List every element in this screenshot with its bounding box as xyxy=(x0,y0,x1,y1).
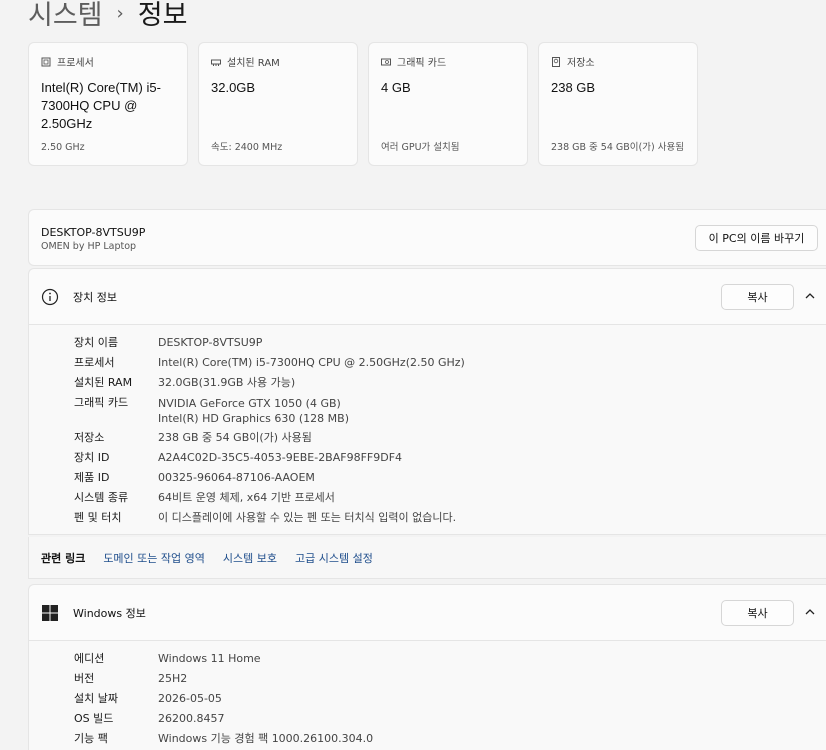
spec-label: 버전 xyxy=(74,672,95,685)
device-specs-header[interactable]: 장치 정보 복사 xyxy=(29,269,826,324)
spec-row: 제품 ID 00325-96064-87106-AAOEM xyxy=(74,468,826,488)
spec-label: 에디션 xyxy=(74,652,105,665)
spec-label: 설치 날짜 xyxy=(74,692,118,705)
related-links-label: 관련 링크 xyxy=(41,551,86,565)
spec-value: A2A4C02D-35C5-4053-9EBE-2BAF98FF9DF4 xyxy=(158,451,403,464)
spec-value: 32.0GB(31.9GB 사용 가능) xyxy=(158,376,296,389)
spec-row: 장치 ID A2A4C02D-35C5-4053-9EBE-2BAF98FF9DF… xyxy=(74,448,826,468)
spec-label: 저장소 xyxy=(74,431,105,444)
device-specs-title: 장치 정보 xyxy=(73,290,117,304)
spec-value: 2026-05-05 xyxy=(158,692,222,705)
spec-row: 그래픽 카드 NVIDIA GeForce GTX 1050 (4 GB) In… xyxy=(74,393,826,428)
chevron-up-icon[interactable] xyxy=(804,606,816,618)
spec-label: 펜 및 터치 xyxy=(74,511,122,524)
spec-cards: 프로세서 Intel(R) Core(TM) i5-7300HQ CPU @ 2… xyxy=(28,42,698,166)
spec-row: 에디션 Windows 11 Home xyxy=(74,649,826,669)
card-processor: 프로세서 Intel(R) Core(TM) i5-7300HQ CPU @ 2… xyxy=(28,42,188,166)
spec-label: OS 빌드 xyxy=(74,712,114,725)
card-value: 238 GB xyxy=(551,80,596,95)
gpu-value-2: Intel(R) HD Graphics 630 (128 MB) xyxy=(158,412,349,425)
spec-value: 25H2 xyxy=(158,672,188,685)
windows-specs-body: 에디션 Windows 11 Home 버전 25H2 설치 날짜 2026-05-0… xyxy=(29,640,826,750)
info-icon xyxy=(41,288,59,305)
card-value: 4 GB xyxy=(381,80,411,95)
ram-icon xyxy=(211,59,221,66)
gpu-value-1: NVIDIA GeForce GTX 1050 (4 GB) xyxy=(158,397,341,410)
spec-label: 설치된 RAM xyxy=(74,376,133,389)
windows-specs-title: Windows 정보 xyxy=(73,606,146,620)
spec-row: OS 빌드 26200.8457 xyxy=(74,709,826,729)
chevron-up-icon[interactable] xyxy=(804,290,816,302)
spec-row: 버전 25H2 xyxy=(74,669,826,689)
domain-workgroup-link[interactable]: 도메인 또는 작업 영역 xyxy=(103,550,205,566)
card-storage: 저장소 238 GB 238 GB 중 54 GB이(가) 사용됨 xyxy=(538,42,698,166)
chevron-right-icon: › xyxy=(116,2,124,24)
spec-value: NVIDIA GeForce GTX 1050 (4 GB) Intel(R) … xyxy=(158,393,349,428)
card-title: 그래픽 카드 xyxy=(397,58,447,69)
spec-value: 238 GB 중 54 GB이(가) 사용됨 xyxy=(158,431,312,444)
system-protection-link[interactable]: 시스템 보호 xyxy=(223,550,277,566)
device-specs-body: 장치 이름 DESKTOP-8VTSU9P 프로세서 Intel(R) Core(T… xyxy=(29,324,826,534)
card-sub: 2.50 GHz xyxy=(41,142,85,153)
windows-specs-section: Windows 정보 복사 에디션 Windows 11 Home 버전 25H2 … xyxy=(28,584,826,750)
card-sub: 238 GB 중 54 GB이(가) 사용됨 xyxy=(551,142,684,153)
breadcrumb-parent[interactable]: 시스템 xyxy=(28,0,103,32)
spec-row: 저장소 238 GB 중 54 GB이(가) 사용됨 xyxy=(74,428,826,448)
spec-value: 64비트 운영 체제, x64 기반 프로세서 xyxy=(158,491,335,504)
related-links: 관련 링크 도메인 또는 작업 영역 시스템 보호 고급 시스템 설정 xyxy=(28,537,826,579)
windows-specs-header[interactable]: Windows 정보 복사 xyxy=(29,585,826,640)
spec-row: 펜 및 터치 이 디스플레이에 사용할 수 있는 펜 또는 터치식 입력이 없습니… xyxy=(74,508,826,528)
spec-row: 프로세서 Intel(R) Core(TM) i5-7300HQ CPU @ 2.… xyxy=(74,353,826,373)
card-sub: 여러 GPU가 설치됨 xyxy=(381,142,460,153)
processor-icon xyxy=(41,57,51,66)
spec-label: 그래픽 카드 xyxy=(74,396,129,409)
card-ram: 설치된 RAM 32.0GB 속도: 2400 MHz xyxy=(198,42,358,166)
spec-row: 설치된 RAM 32.0GB(31.9GB 사용 가능) xyxy=(74,373,826,393)
spec-row: 장치 이름 DESKTOP-8VTSU9P xyxy=(74,333,826,353)
card-sub: 속도: 2400 MHz xyxy=(211,142,283,153)
spec-row: 기능 팩 Windows 기능 경험 팩 1000.26100.304.0 xyxy=(74,729,826,749)
spec-label: 장치 이름 xyxy=(74,336,118,349)
breadcrumb: 시스템 › 정보 xyxy=(28,0,187,32)
spec-value: Windows 11 Home xyxy=(158,652,261,665)
device-header: DESKTOP-8VTSU9P OMEN by HP Laptop 이 PC의 … xyxy=(28,209,826,266)
gpu-icon xyxy=(381,58,391,65)
windows-logo-icon xyxy=(42,604,58,621)
card-value: Intel(R) Core(TM) i5-7300HQ CPU @ 2.50GH… xyxy=(41,80,161,131)
spec-row: 설치 날짜 2026-05-05 xyxy=(74,689,826,709)
page-title: 정보 xyxy=(137,0,188,31)
card-title: 저장소 xyxy=(567,58,595,69)
storage-icon xyxy=(552,56,560,67)
spec-row: 시스템 종류 64비트 운영 체제, x64 기반 프로세서 xyxy=(74,488,826,508)
copy-device-specs-button[interactable]: 복사 xyxy=(721,284,794,310)
card-title: 설치된 RAM xyxy=(227,58,280,69)
spec-value: 00325-96064-87106-AAOEM xyxy=(158,471,315,484)
card-gpu: 그래픽 카드 4 GB 여러 GPU가 설치됨 xyxy=(368,42,528,166)
spec-value: 26200.8457 xyxy=(158,712,225,725)
spec-value: Windows 기능 경험 팩 1000.26100.304.0 xyxy=(158,732,374,745)
spec-label: 시스템 종류 xyxy=(74,491,129,504)
spec-value: 이 디스플레이에 사용할 수 있는 펜 또는 터치식 입력이 없습니다. xyxy=(158,511,457,524)
advanced-system-settings-link[interactable]: 고급 시스템 설정 xyxy=(295,550,373,566)
spec-value: DESKTOP-8VTSU9P xyxy=(158,336,263,349)
spec-label: 장치 ID xyxy=(74,451,110,464)
device-specs-section: 장치 정보 복사 장치 이름 DESKTOP-8VTSU9P 프로세서 Intel(… xyxy=(28,268,826,535)
copy-windows-specs-button[interactable]: 복사 xyxy=(721,600,794,626)
card-title: 프로세서 xyxy=(57,58,94,69)
spec-label: 기능 팩 xyxy=(74,732,108,745)
spec-label: 프로세서 xyxy=(74,356,115,369)
spec-value: Intel(R) Core(TM) i5-7300HQ CPU @ 2.50GH… xyxy=(158,356,465,369)
spec-label: 제품 ID xyxy=(74,471,110,484)
rename-pc-button[interactable]: 이 PC의 이름 바꾸기 xyxy=(695,225,818,251)
card-value: 32.0GB xyxy=(211,80,256,95)
